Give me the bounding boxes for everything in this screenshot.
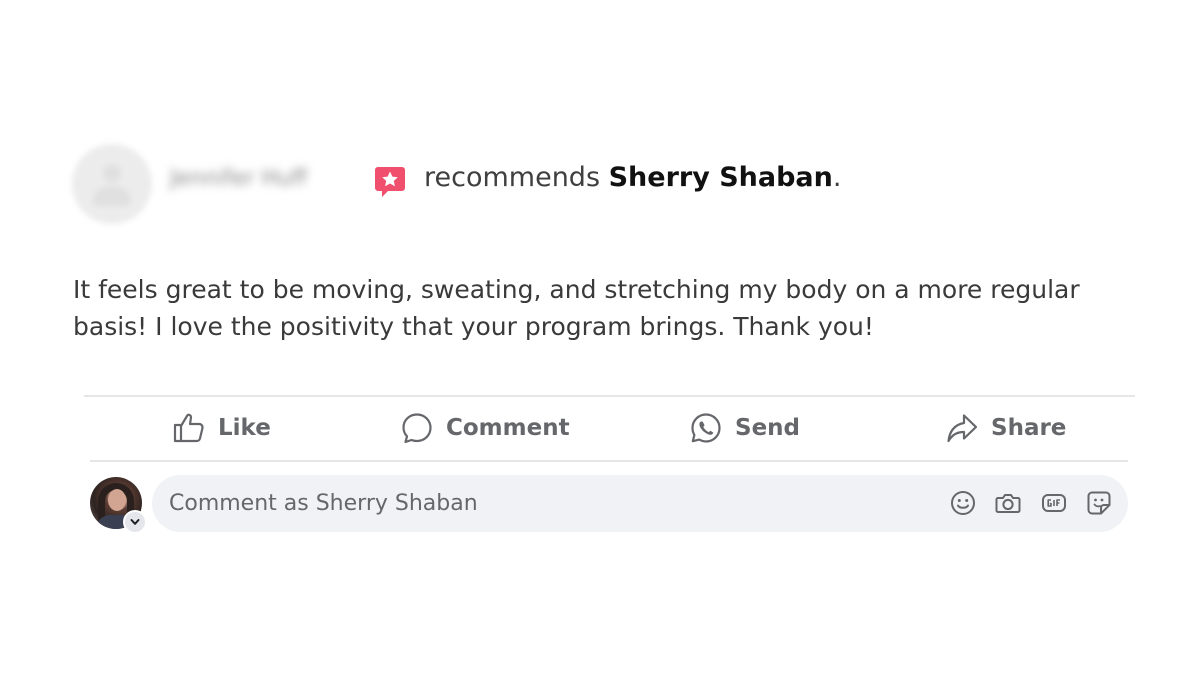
emoji-icon[interactable] [949,489,977,517]
avatar-silhouette-body [93,186,131,206]
comment-input[interactable] [169,475,929,532]
recommended-page-name[interactable]: Sherry Shaban [609,162,833,193]
review-post: Jennifer Huff recommends Sherry Shaban. … [0,0,1200,675]
avatar-face [108,489,126,511]
recommend-star-icon [375,167,405,197]
author-name[interactable]: Jennifer Huff [170,166,307,191]
recommend-verb: recommends [424,162,601,193]
author-avatar[interactable] [72,144,152,224]
sticker-icon[interactable] [1085,489,1113,517]
comment-composer [152,475,1128,532]
gif-icon[interactable] [1040,489,1068,517]
comment-button[interactable]: Comment [400,409,570,447]
camera-icon[interactable] [994,489,1022,517]
comment-bubble-icon [402,413,432,444]
recommend-line: recommends Sherry Shaban. [424,162,841,193]
send-button[interactable]: Send [689,409,800,447]
recommend-punctuation: . [832,162,842,193]
thumbs-up-icon [173,413,204,443]
like-label: Like [218,415,271,441]
share-arrow-icon [947,414,978,443]
send-label: Send [735,415,801,441]
divider [84,395,1135,397]
like-button[interactable]: Like [172,409,271,447]
review-text: It feels great to be moving, sweating, a… [73,275,1080,341]
divider [90,460,1128,462]
share-button[interactable]: Share [945,409,1066,447]
whatsapp-icon [691,413,721,443]
share-label: Share [991,415,1067,441]
profile-switch-button[interactable] [123,510,147,534]
avatar-silhouette-head [103,164,121,182]
chevron-down-icon [130,519,140,525]
comment-label: Comment [446,415,570,441]
